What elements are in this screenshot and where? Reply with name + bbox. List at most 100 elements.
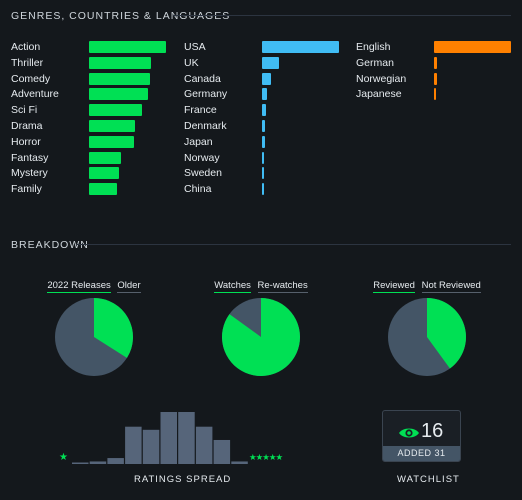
rating-bar	[195, 426, 213, 464]
pie-reviews: Reviewed Not Reviewed	[362, 280, 492, 382]
languages-bar	[434, 56, 438, 69]
countries-row[interactable]: France	[184, 103, 344, 119]
genres-row[interactable]: Action	[11, 40, 171, 56]
countries-label[interactable]: USA	[184, 40, 206, 54]
genres-bar	[89, 104, 143, 117]
genres-row[interactable]: Drama	[11, 119, 171, 135]
countries-label[interactable]: Norway	[184, 151, 220, 165]
countries-label[interactable]: Sweden	[184, 166, 222, 180]
countries-row[interactable]: Denmark	[184, 119, 344, 135]
countries-row[interactable]: UK	[184, 56, 344, 72]
genres-row[interactable]: Horror	[11, 135, 171, 151]
languages-label[interactable]: Japanese	[356, 87, 402, 101]
genres-bar	[89, 88, 149, 101]
genres-row[interactable]: Comedy	[11, 72, 171, 88]
breakdown-title: BREAKDOWN	[11, 239, 89, 251]
countries-bar	[262, 41, 339, 53]
genres-label[interactable]: Fantasy	[11, 151, 48, 165]
legend-watches[interactable]: Watches	[214, 280, 251, 293]
genres-row[interactable]: Fantasy	[11, 151, 171, 167]
countries-row[interactable]: Japan	[184, 135, 344, 151]
pie-watches: Watches Re-watches	[196, 280, 326, 382]
releases-pie-chart	[55, 298, 133, 376]
languages-bar	[434, 41, 511, 53]
genres-countries-languages-title: GENRES, COUNTRIES & LANGUAGES	[11, 10, 231, 22]
legend-rewatches[interactable]: Re-watches	[257, 280, 308, 293]
genres-bar	[89, 151, 121, 164]
genres-row[interactable]: Thriller	[11, 56, 171, 72]
eye-icon	[399, 428, 419, 438]
countries-bar	[262, 151, 265, 164]
countries-row[interactable]: USA	[184, 40, 344, 56]
countries-bar	[262, 72, 272, 85]
rating-bar	[107, 458, 124, 464]
watchlist-count: 16	[421, 420, 444, 442]
ratings-histogram	[72, 412, 248, 464]
languages-list: English German Norwegian Japanese	[356, 40, 516, 103]
languages-bar	[434, 88, 437, 101]
genres-bar	[89, 72, 150, 85]
legend-2022-releases[interactable]: 2022 Releases	[47, 280, 111, 293]
countries-bar	[262, 183, 265, 196]
genres-row[interactable]: Family	[11, 182, 171, 198]
countries-row[interactable]: Canada	[184, 72, 344, 88]
countries-row[interactable]: Germany	[184, 87, 344, 103]
countries-label[interactable]: Canada	[184, 72, 221, 86]
genres-label[interactable]: Drama	[11, 119, 43, 133]
high-stars-icon: ★★★★★	[249, 452, 283, 462]
countries-bar	[262, 88, 268, 101]
languages-bar	[434, 72, 438, 85]
genres-label[interactable]: Horror	[11, 135, 41, 149]
genres-row[interactable]: Adventure	[11, 87, 171, 103]
legend-reviewed[interactable]: Reviewed	[373, 280, 415, 293]
rating-bar	[213, 439, 231, 464]
languages-row[interactable]: Norwegian	[356, 72, 516, 88]
languages-row[interactable]: German	[356, 56, 516, 72]
countries-label[interactable]: China	[184, 182, 211, 196]
genres-label[interactable]: Family	[11, 182, 42, 196]
rating-bar	[125, 426, 142, 464]
genres-bar	[89, 167, 120, 180]
countries-bar	[262, 104, 266, 117]
countries-label[interactable]: UK	[184, 56, 199, 70]
genres-bar	[89, 183, 118, 196]
countries-row[interactable]: China	[184, 182, 344, 198]
rating-bar	[231, 461, 248, 464]
genres-label[interactable]: Mystery	[11, 166, 48, 180]
rating-bar	[178, 412, 195, 464]
pie-releases: 2022 Releases Older	[29, 280, 159, 382]
genres-list: Action Thriller Comedy Adventure Sci Fi Drama…	[11, 40, 171, 198]
genres-label[interactable]: Comedy	[11, 72, 50, 86]
ratings-spread: ★ ★★★★★	[56, 402, 288, 466]
watchlist-card[interactable]: 16 ADDED 31	[382, 410, 461, 462]
ratings-spread-caption: RATINGS SPREAD	[134, 474, 232, 485]
countries-row[interactable]: Norway	[184, 151, 344, 167]
genres-label[interactable]: Thriller	[11, 56, 43, 70]
languages-row[interactable]: English	[356, 40, 516, 56]
languages-label[interactable]: Norwegian	[356, 72, 406, 86]
countries-label[interactable]: Germany	[184, 87, 227, 101]
countries-label[interactable]: Denmark	[184, 119, 227, 133]
watchlist-added: ADDED 31	[383, 446, 460, 461]
languages-label[interactable]: German	[356, 56, 394, 70]
watchlist-caption: WATCHLIST	[397, 474, 460, 485]
genres-label[interactable]: Sci Fi	[11, 103, 37, 117]
rating-bar	[160, 412, 177, 464]
rating-bar	[72, 462, 89, 464]
countries-row[interactable]: Sweden	[184, 166, 344, 182]
legend-not-reviewed[interactable]: Not Reviewed	[421, 280, 481, 293]
reviews-pie-chart	[388, 298, 466, 376]
countries-label[interactable]: Japan	[184, 135, 213, 149]
genres-label[interactable]: Action	[11, 40, 40, 54]
languages-label[interactable]: English	[356, 40, 390, 54]
languages-row[interactable]: Japanese	[356, 87, 516, 103]
rating-bar	[142, 429, 160, 464]
countries-label[interactable]: France	[184, 103, 217, 117]
genres-bar	[89, 135, 134, 148]
countries-bar	[262, 167, 265, 180]
genres-row[interactable]: Sci Fi	[11, 103, 171, 119]
genres-bar	[89, 119, 136, 132]
genres-row[interactable]: Mystery	[11, 166, 171, 182]
genres-label[interactable]: Adventure	[11, 87, 59, 101]
legend-older[interactable]: Older	[117, 280, 141, 293]
